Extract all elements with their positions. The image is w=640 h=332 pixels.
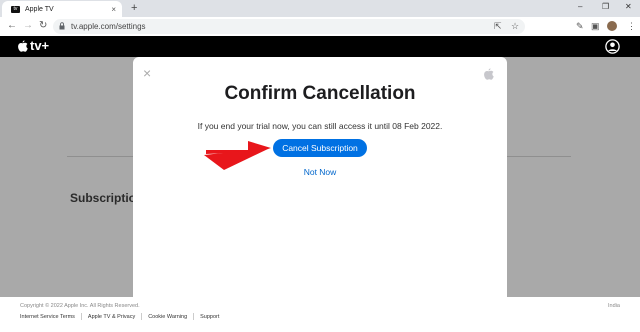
apple-logo-icon [484, 68, 494, 80]
star-icon[interactable]: ☆ [511, 21, 519, 32]
dialog-message: If you end your trial now, you can still… [197, 121, 443, 131]
minimize-icon[interactable]: – [578, 2, 582, 11]
footer-divider [193, 313, 195, 320]
user-account-icon[interactable] [605, 39, 620, 54]
sidebar-icon[interactable]: ▣ [591, 21, 600, 31]
browser-toolbar: ← → ↻ tv.apple.com/settings ⇱ ☆ ✎ ▣ ⋮ [0, 17, 640, 37]
window-close-icon[interactable]: ✕ [625, 2, 632, 11]
tab-apple-tv[interactable]: tv Apple TV × [2, 1, 122, 17]
close-icon[interactable]: × [143, 66, 151, 80]
copyright-text: Copyright © 2022 Apple Inc. All Rights R… [20, 303, 140, 309]
footer-link-support[interactable]: Support [200, 314, 219, 320]
tab-title: Apple TV [25, 5, 54, 13]
menu-icon[interactable]: ⋮ [627, 21, 636, 31]
footer-link-internet-service-terms[interactable]: Internet Service Terms [20, 314, 75, 320]
reload-icon[interactable]: ↻ [39, 20, 47, 32]
restore-icon[interactable]: ❐ [602, 2, 609, 11]
page-footer: Copyright © 2022 Apple Inc. All Rights R… [0, 297, 640, 332]
browser-tab-strip: tv Apple TV × + – ❐ ✕ [0, 0, 640, 17]
footer-link-cookie-warning[interactable]: Cookie Warning [148, 314, 187, 320]
footer-links: Internet Service Terms Apple TV & Privac… [20, 313, 219, 320]
share-icon[interactable]: ⇱ [494, 21, 502, 32]
tab-close-icon[interactable]: × [111, 5, 116, 14]
extensions-icon[interactable]: ✎ [576, 21, 584, 31]
logo-text: tv+ [30, 38, 50, 53]
confirm-cancellation-dialog: × Confirm Cancellation If you end your t… [133, 57, 507, 297]
back-icon[interactable]: ← [7, 20, 17, 32]
apple-logo-icon [18, 39, 28, 52]
app-header: tv+ [0, 36, 640, 57]
footer-link-privacy[interactable]: Apple TV & Privacy [88, 314, 135, 320]
dialog-title: Confirm Cancellation [224, 83, 416, 104]
url-text: tv.apple.com/settings [71, 22, 146, 31]
new-tab-button[interactable]: + [131, 2, 137, 15]
footer-divider [80, 313, 82, 320]
region-link[interactable]: India [608, 303, 620, 309]
tv-favicon-icon: tv [11, 5, 20, 13]
lock-icon [59, 22, 65, 30]
red-arrow-annotation [204, 141, 271, 170]
not-now-link[interactable]: Not Now [133, 167, 507, 177]
forward-icon[interactable]: → [23, 20, 33, 32]
cancel-subscription-button[interactable]: Cancel Subscription [273, 139, 367, 157]
address-bar[interactable]: tv.apple.com/settings ⇱ ☆ [53, 19, 525, 34]
profile-avatar[interactable] [607, 21, 617, 31]
footer-divider [141, 313, 143, 320]
apple-tv-logo[interactable]: tv+ [17, 39, 49, 53]
